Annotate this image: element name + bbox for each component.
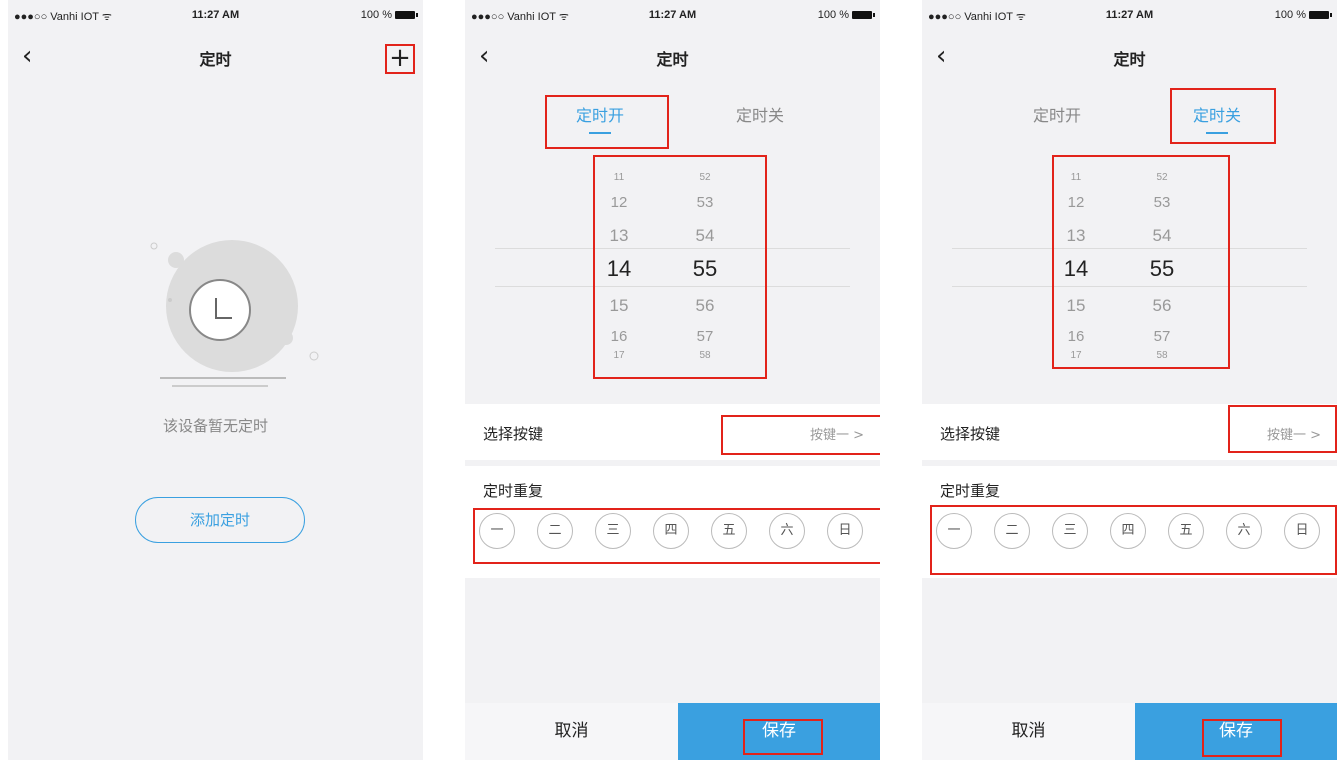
page-title: 定时 bbox=[656, 50, 689, 69]
cancel-button[interactable]: 取消 bbox=[465, 703, 678, 760]
highlight-box bbox=[930, 505, 1337, 575]
screen-timer-off: ●●●○○ Vanhi IOT ᯤ 11:27 AM 100 % ‹ 定时 定时… bbox=[922, 0, 1337, 760]
highlight-box bbox=[1052, 155, 1230, 369]
tab-underline bbox=[749, 132, 771, 134]
battery-indicator: 100 % bbox=[1274, 9, 1332, 21]
repeat-label: 定时重复 bbox=[940, 482, 1001, 500]
add-icon[interactable]: + bbox=[385, 44, 415, 74]
status-bar: ●●●○○ Vanhi IOT ᯤ 11:27 AM 100 % bbox=[465, 0, 880, 28]
battery-indicator: 100 % bbox=[360, 9, 418, 21]
highlight-box bbox=[743, 719, 823, 755]
nav-bar: ‹ 定时 + bbox=[8, 28, 423, 86]
highlight-box bbox=[721, 415, 880, 455]
highlight-box bbox=[1170, 88, 1276, 144]
tab-underline bbox=[1046, 132, 1068, 134]
page-title: 定时 bbox=[199, 50, 232, 69]
tab-label: 定时开 bbox=[1032, 106, 1081, 125]
nav-bar: ‹ 定时 bbox=[922, 28, 1337, 86]
clock-illustration-icon bbox=[150, 240, 319, 387]
highlight-box bbox=[1228, 405, 1337, 453]
add-timer-button[interactable]: 添加定时 bbox=[135, 497, 305, 543]
highlight-box bbox=[1202, 719, 1282, 757]
status-bar: ●●●○○ Vanhi IOT ᯤ 11:27 AM 100 % bbox=[922, 0, 1337, 28]
tab-timer-on[interactable]: 定时开 bbox=[1002, 102, 1112, 134]
nav-bar: ‹ 定时 bbox=[465, 28, 880, 86]
select-key-label: 选择按键 bbox=[940, 425, 1001, 443]
battery-indicator: 100 % bbox=[817, 9, 875, 21]
battery-label: 100 % bbox=[817, 9, 849, 21]
status-bar: ●●●○○ Vanhi IOT ᯤ 11:27 AM 100 % bbox=[8, 0, 423, 28]
highlight-box bbox=[473, 508, 880, 564]
cancel-button[interactable]: 取消 bbox=[922, 703, 1135, 760]
battery-icon bbox=[852, 11, 875, 20]
battery-label: 100 % bbox=[1274, 9, 1306, 21]
tab-label: 定时关 bbox=[735, 106, 784, 125]
repeat-label: 定时重复 bbox=[483, 482, 544, 500]
screen-timer-on: ●●●○○ Vanhi IOT ᯤ 11:27 AM 100 % ‹ 定时 定时… bbox=[465, 0, 880, 760]
tab-timer-off[interactable]: 定时关 bbox=[705, 102, 815, 134]
page-title: 定时 bbox=[1113, 50, 1146, 69]
battery-icon bbox=[1309, 11, 1332, 20]
battery-icon bbox=[395, 11, 418, 20]
screen-timer-empty: ●●●○○ Vanhi IOT ᯤ 11:27 AM 100 % ‹ 定时 + … bbox=[8, 0, 423, 760]
highlight-box bbox=[593, 155, 767, 379]
empty-state-text: 该设备暂无定时 bbox=[162, 417, 268, 435]
select-key-label: 选择按键 bbox=[483, 425, 544, 443]
highlight-box bbox=[545, 95, 669, 149]
battery-label: 100 % bbox=[360, 9, 392, 21]
timer-tabs: 定时开 定时关 bbox=[465, 86, 880, 142]
